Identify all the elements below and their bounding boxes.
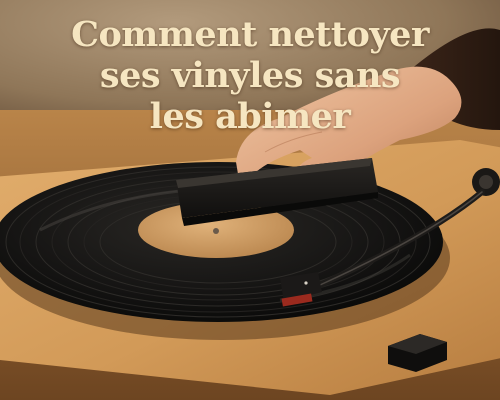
headline-line-3: les abimer — [149, 96, 351, 137]
spindle — [213, 228, 219, 234]
headline-line-2: ses vinyles sans — [99, 55, 401, 96]
headline-line-1: Comment nettoyer — [71, 14, 429, 55]
headline-title: Comment nettoyer ses vinyles sans les ab… — [0, 14, 500, 137]
vinyl-cleaning-illustration: Comment nettoyer ses vinyles sans les ab… — [0, 0, 500, 400]
